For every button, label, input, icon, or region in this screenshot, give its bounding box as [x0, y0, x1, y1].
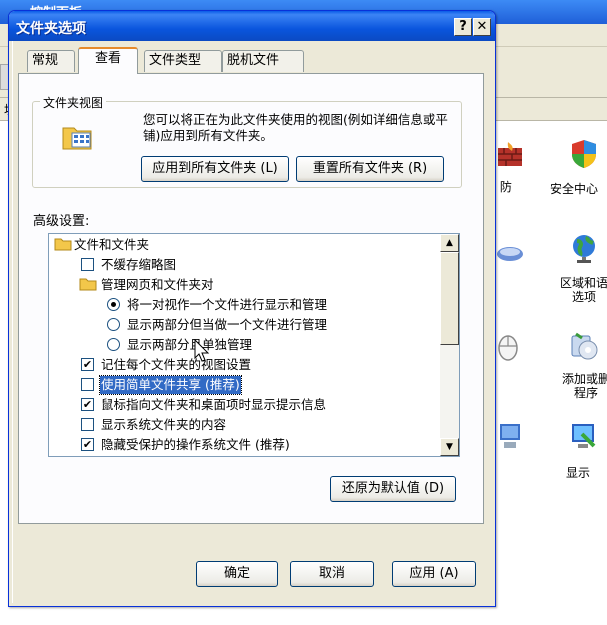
firewall-icon[interactable]: [494, 140, 526, 172]
list-item-label: 不缓存缩略图: [101, 257, 177, 272]
cp-item-region-language[interactable]: 区域和语 选项: [548, 276, 607, 304]
scroll-up-arrow-icon[interactable]: ▲: [440, 234, 459, 252]
list-item[interactable]: 将一对视作一个文件进行显示和管理: [49, 295, 441, 315]
apply-button[interactable]: 应用 (A): [392, 561, 476, 587]
cp-item-display[interactable]: 显示: [566, 466, 607, 480]
reset-all-folders-button[interactable]: 重置所有文件夹 (R): [296, 156, 444, 182]
cp-item-add-remove-programs[interactable]: 添加或删 程序: [550, 372, 607, 400]
checkbox-checked[interactable]: ✔: [81, 398, 94, 411]
system-icon[interactable]: [494, 420, 526, 452]
checkbox-checked[interactable]: ✔: [81, 438, 94, 451]
folder-icon: [54, 237, 72, 251]
checkbox-unchecked[interactable]: [81, 378, 94, 391]
globe-icon[interactable]: [568, 232, 600, 264]
advanced-settings-label: 高级设置:: [33, 214, 90, 229]
display-icon[interactable]: [568, 420, 600, 452]
ok-button[interactable]: 确定: [196, 561, 278, 587]
folder-views-legend: 文件夹视图: [40, 94, 107, 111]
restore-defaults-button[interactable]: 还原为默认值 (D): [330, 476, 456, 502]
dialog-title: 文件夹选项: [16, 21, 86, 37]
tab-offline-files[interactable]: 脱机文件: [222, 50, 304, 72]
list-item[interactable]: 显示两部分且单独管理: [49, 335, 441, 355]
disk-icon[interactable]: [494, 238, 526, 270]
apply-to-all-folders-button[interactable]: 应用到所有文件夹 (L): [141, 156, 289, 182]
folder-view-icon: [60, 119, 94, 153]
scroll-down-arrow-icon[interactable]: ▼: [440, 438, 459, 456]
list-item-label: 文件和文件夹: [74, 237, 150, 252]
folder-icon: [79, 277, 97, 291]
tab-file-types[interactable]: 文件类型: [144, 50, 222, 72]
list-item-label: 使用简单文件共享 (推荐): [99, 375, 242, 395]
list-item-label: 隐藏受保护的操作系统文件 (推荐): [101, 437, 290, 452]
list-item-label: 记住每个文件夹的视图设置: [101, 357, 252, 372]
list-item-label: 显示两部分但当做一个文件进行管理: [127, 317, 328, 332]
scroll-thumb[interactable]: [440, 252, 459, 345]
list-item-selected[interactable]: 使用简单文件共享 (推荐): [49, 375, 441, 395]
tab-view[interactable]: 查看: [78, 47, 138, 74]
radio-checked[interactable]: [107, 298, 120, 311]
list-item[interactable]: 管理网页和文件夹对: [49, 275, 441, 295]
list-item[interactable]: ✔ 隐藏受保护的操作系统文件 (推荐): [49, 435, 441, 455]
list-item-label: 鼠标指向文件夹和桌面项时显示提示信息: [101, 397, 327, 412]
list-item[interactable]: ✔ 记住每个文件夹的视图设置: [49, 355, 441, 375]
list-item-label: 显示两部分且单独管理: [127, 337, 253, 352]
advanced-settings-list[interactable]: 文件和文件夹 不缓存缩略图 管理网页和文件夹对 将一对视作一个文件进行显示和管理…: [48, 233, 460, 457]
list-item[interactable]: 显示两部分但当做一个文件进行管理: [49, 315, 441, 335]
mouse-icon[interactable]: [494, 332, 526, 364]
list-item[interactable]: ✔ 鼠标指向文件夹和桌面项时显示提示信息: [49, 395, 441, 415]
list-item[interactable]: 文件和文件夹: [49, 235, 441, 255]
tab-general[interactable]: 常规: [27, 50, 75, 72]
cp-item-security-center[interactable]: 安全中心: [550, 182, 607, 196]
help-button[interactable]: ?: [454, 18, 472, 36]
checkbox-unchecked[interactable]: [81, 258, 94, 271]
list-item-label: 显示系统文件夹的内容: [101, 417, 227, 432]
checkbox-checked[interactable]: ✔: [81, 358, 94, 371]
radio-unchecked[interactable]: [107, 318, 120, 331]
list-item[interactable]: 不缓存缩略图: [49, 255, 441, 275]
cancel-button[interactable]: 取消: [290, 561, 374, 587]
list-item[interactable]: 显示系统文件夹的内容: [49, 415, 441, 435]
checkbox-unchecked[interactable]: [81, 418, 94, 431]
list-scrollbar[interactable]: ▲ ▼: [440, 234, 459, 456]
list-item-label: 将一对视作一个文件进行显示和管理: [127, 297, 328, 312]
security-shield-icon[interactable]: [568, 138, 600, 170]
add-remove-programs-icon[interactable]: [568, 330, 600, 362]
radio-unchecked[interactable]: [107, 338, 120, 351]
close-button[interactable]: ✕: [473, 18, 491, 36]
folder-views-description: 您可以将正在为此文件夹使用的视图(例如详细信息或平铺)应用到所有文件夹。: [143, 112, 448, 143]
mouse-cursor-icon: [194, 338, 210, 363]
list-item-label: 管理网页和文件夹对: [101, 277, 214, 292]
